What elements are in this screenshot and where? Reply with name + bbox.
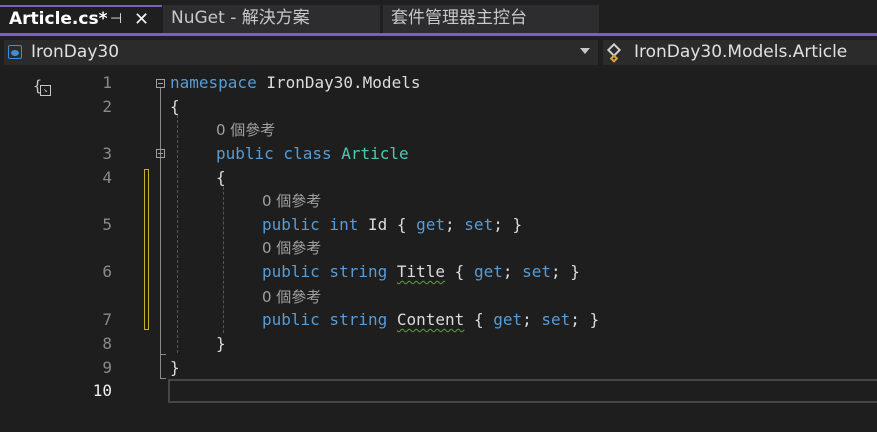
brace-token: }	[170, 358, 180, 377]
indent-guide	[223, 187, 224, 333]
keyword-token: public class	[216, 144, 332, 163]
punct-token: ; }	[493, 215, 523, 234]
property-token: Title	[396, 262, 446, 281]
class-name-token: Article	[341, 144, 409, 163]
property-token: Id {	[358, 215, 417, 234]
punct-token: ; }	[570, 310, 600, 329]
keyword-token: public int	[262, 215, 359, 234]
brace-token: {	[170, 97, 180, 116]
code-line-7: public string Content { get; set; }	[262, 310, 599, 329]
current-line-highlight[interactable]	[168, 379, 877, 403]
brace-token: }	[216, 334, 226, 353]
fold-line-namespace	[160, 88, 161, 379]
keyword-token: get	[493, 310, 523, 329]
close-icon[interactable]: ✕	[134, 7, 149, 32]
document-tab-strip: Article.cs* ⊣ ✕ NuGet - 解決方案 套件管理器主控台	[0, 0, 877, 36]
code-line-3: public class Article	[216, 144, 409, 163]
line-number: 3	[102, 144, 112, 163]
code-line-2: {	[170, 97, 180, 116]
punct-token: ;	[445, 215, 465, 234]
keyword-token: public string	[262, 310, 388, 329]
unsaved-change-marker	[144, 169, 149, 330]
member-name: IronDay30.Models.Article	[634, 42, 848, 62]
punct-token: ;	[502, 262, 523, 281]
keyword-token: set	[541, 310, 571, 329]
fold-end-class	[160, 354, 166, 355]
fold-end-namespace	[160, 378, 166, 379]
keyword-token: namespace	[170, 73, 257, 92]
project-dropdown[interactable]: IronDay30	[4, 40, 598, 65]
code-line-9: }	[170, 358, 180, 377]
chevron-down-icon[interactable]	[580, 48, 590, 54]
keyword-token: get	[473, 262, 503, 281]
line-number: 8	[102, 334, 112, 353]
code-line-8: }	[216, 334, 226, 353]
tab-label: 套件管理器主控台	[391, 8, 527, 28]
property-token: Content	[396, 310, 465, 329]
navigation-bar: IronDay30 IronDay30.Models.Article	[0, 36, 877, 69]
keyword-token: set	[464, 215, 494, 234]
codelens-references[interactable]: 0 個參考	[262, 286, 321, 307]
codelens-references[interactable]: 0 個參考	[262, 190, 321, 211]
class-member-icon	[606, 42, 622, 58]
code-line-6: public string Title { get; set; }	[262, 262, 580, 281]
code-snippet-icon: {↘	[33, 77, 51, 96]
punct-token: ;	[522, 310, 542, 329]
line-number-current: 10	[92, 381, 112, 400]
line-number: 7	[102, 310, 112, 329]
line-number: 1	[102, 73, 112, 92]
keyword-token: public string	[262, 262, 388, 281]
collapse-class-toggle[interactable]	[156, 149, 165, 158]
csharp-project-icon	[8, 45, 22, 59]
codelens-references[interactable]: 0 個參考	[216, 119, 275, 140]
namespace-name: IronDay30.Models	[256, 73, 421, 92]
line-number: 6	[102, 262, 112, 281]
member-dropdown[interactable]: IronDay30.Models.Article	[603, 40, 877, 65]
code-editor[interactable]: {↘ 1 2 3 4 5 6 7 8 9 10 namespace IronDa…	[0, 69, 877, 432]
codelens-references[interactable]: 0 個參考	[262, 237, 321, 258]
line-number: 9	[102, 358, 112, 377]
punct-token: {	[445, 262, 474, 281]
code-line-5: public int Id { get; set; }	[262, 215, 522, 234]
line-number: 5	[102, 215, 112, 234]
tab-nuget-solution[interactable]: NuGet - 解決方案	[163, 5, 380, 33]
brace-token: {	[216, 168, 226, 187]
tab-article-cs[interactable]: Article.cs* ⊣ ✕	[0, 5, 162, 36]
keyword-token: get	[416, 215, 446, 234]
tab-package-manager-console[interactable]: 套件管理器主控台	[383, 5, 599, 33]
collapse-namespace-toggle[interactable]	[156, 79, 165, 88]
pin-icon[interactable]: ⊣	[110, 7, 122, 32]
punct-token: {	[464, 310, 494, 329]
code-line-1: namespace IronDay30.Models	[170, 73, 420, 92]
tab-label: Article.cs*	[9, 9, 108, 29]
indent-guide	[177, 115, 178, 353]
line-number: 4	[102, 168, 112, 187]
tab-label: NuGet - 解決方案	[171, 8, 310, 28]
line-number: 2	[102, 97, 112, 116]
keyword-token: set	[522, 262, 552, 281]
punct-token: ; }	[551, 262, 580, 281]
project-name: IronDay30	[31, 42, 120, 62]
code-line-4: {	[216, 168, 226, 187]
